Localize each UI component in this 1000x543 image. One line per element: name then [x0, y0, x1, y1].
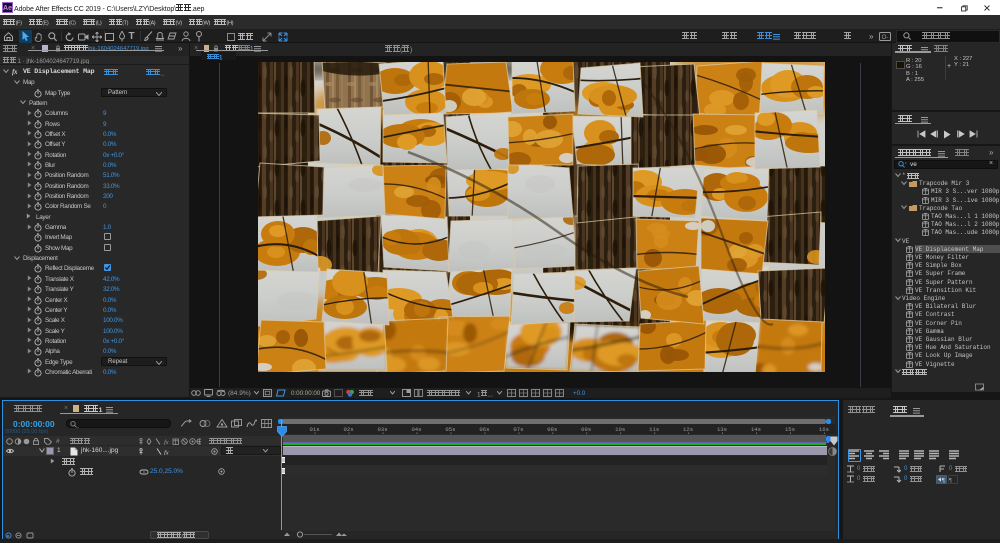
svg-text:16s: 16s — [819, 426, 829, 433]
svg-text:13s: 13s — [717, 426, 727, 433]
svg-text:O-: O- — [882, 35, 889, 41]
svg-text:02s: 02s — [344, 426, 354, 433]
svg-text:09s: 09s — [581, 426, 591, 433]
svg-text:10s: 10s — [615, 426, 625, 433]
svg-text:07s: 07s — [513, 426, 523, 433]
svg-text:11s: 11s — [649, 426, 659, 433]
svg-text:04s: 04s — [411, 426, 421, 433]
svg-text:14s: 14s — [751, 426, 761, 433]
svg-text:fx: fx — [164, 439, 169, 445]
svg-text:08s: 08s — [547, 426, 557, 433]
svg-text:12s: 12s — [683, 426, 693, 433]
svg-text:05s: 05s — [445, 426, 455, 433]
svg-text:06s: 06s — [479, 426, 489, 433]
svg-text:01s: 01s — [310, 426, 320, 433]
svg-text:fx: fx — [164, 449, 169, 455]
svg-text:03s: 03s — [378, 426, 388, 433]
svg-text:¶: ¶ — [942, 478, 945, 484]
svg-text:Ae: Ae — [3, 5, 12, 12]
svg-text:¶: ¶ — [949, 478, 952, 484]
svg-text:15s: 15s — [785, 426, 795, 433]
